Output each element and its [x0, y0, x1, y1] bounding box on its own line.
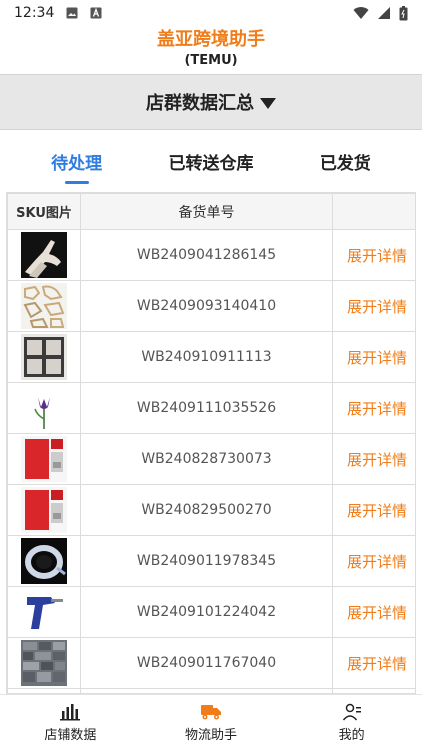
header-action [332, 193, 415, 230]
user-icon [342, 703, 361, 720]
order-table-container[interactable]: SKU图片 备货单号 WB2409041286145 展开详情 WB240909… [6, 192, 416, 694]
glue-gun-product-image [21, 589, 67, 635]
expand-details-link[interactable]: 展开详情 [332, 433, 415, 485]
expand-details-link[interactable]: 展开详情 [332, 280, 415, 332]
order-number: WB2409111035526 [80, 382, 333, 434]
expand-details-link[interactable]: 展开详情 [332, 637, 415, 689]
order-number: WB240828730073 [80, 433, 333, 485]
tab-shipped[interactable]: 已发货 [310, 141, 381, 182]
sku-image-cell [7, 382, 81, 434]
sku-image-cell [7, 280, 81, 332]
order-number: WB2409041286145 [80, 229, 333, 281]
paving-mold-product-image [21, 334, 67, 380]
red-case-product-image [21, 436, 67, 482]
nav-mine[interactable]: 我的 [292, 703, 412, 743]
status-bar: 12:34 [0, 0, 422, 26]
expand-details-link[interactable]: 展开详情 [332, 484, 415, 536]
expand-details-link[interactable]: 展开详情 [332, 586, 415, 638]
expand-details-link[interactable]: 展开详情 [332, 331, 415, 383]
app-title: 盖亚跨境助手 [157, 29, 265, 50]
store-group-summary-dropdown[interactable]: 店群数据汇总 [0, 74, 422, 130]
order-status-tabs: 待处理 已转送仓库 已发货 [0, 130, 422, 192]
wifi-icon [353, 7, 369, 20]
app-header: 盖亚跨境助手 (TEMU) [0, 26, 422, 74]
order-number: WB2409011767040 [80, 637, 333, 689]
table-row: WB240829500270 展开详情 [7, 484, 415, 536]
tulip-product-image [21, 385, 67, 431]
table-row: WB2409111035526 展开详情 [7, 382, 415, 434]
cookie-cutters-product-image [21, 283, 67, 329]
battery-icon [399, 5, 408, 20]
order-number: WB2409011978345 [80, 535, 333, 587]
expand-details-link[interactable]: 展开详情 [332, 382, 415, 434]
gloves-product-image [21, 232, 67, 278]
sku-image-cell [7, 331, 81, 383]
summary-label: 店群数据汇总 [146, 93, 254, 114]
sku-image-cell [7, 484, 81, 536]
sku-image-cell [7, 229, 81, 281]
nav-mine-label: 我的 [338, 727, 365, 743]
nav-logistics-label: 物流助手 [184, 727, 237, 743]
nav-logistics-assistant[interactable]: 物流助手 [151, 703, 271, 743]
caret-down-icon [260, 97, 276, 109]
table-row: WB240910911113 展开详情 [7, 331, 415, 383]
status-left: 12:34 [14, 5, 102, 21]
order-table: SKU图片 备货单号 WB2409041286145 展开详情 WB240909… [7, 193, 415, 693]
bar-chart-icon [60, 703, 81, 720]
app-subtitle: (TEMU) [184, 53, 238, 68]
table-header-row: SKU图片 备货单号 [7, 193, 415, 230]
table-row: WB2409011767040 展开详情 [7, 637, 415, 689]
table-row: WB2409041286145 展开详情 [7, 229, 415, 281]
truck-icon [200, 704, 221, 719]
expand-details-link[interactable]: 展开详情 [332, 229, 415, 281]
order-number: WB240910911113 [80, 331, 333, 383]
header-sku-image: SKU图片 [7, 193, 81, 230]
order-number: WB240829500270 [80, 484, 333, 536]
sku-image-cell [7, 433, 81, 485]
sku-image-cell [7, 586, 81, 638]
expand-details-link[interactable]: 展开详情 [332, 535, 415, 587]
red-case-product-image [21, 487, 67, 533]
sku-image-cell [7, 637, 81, 689]
tab-pending[interactable]: 待处理 [41, 141, 112, 184]
order-number: WB2409101224042 [80, 586, 333, 638]
header-order-number: 备货单号 [80, 193, 333, 230]
order-number: WB2409093140410 [80, 280, 333, 332]
status-right [353, 5, 408, 21]
status-time: 12:34 [14, 5, 55, 21]
tab-transferred-to-warehouse[interactable]: 已转送仓库 [158, 141, 263, 182]
nav-store-data-label: 店铺数据 [44, 727, 97, 743]
table-row: WB2409011978345 展开详情 [7, 535, 415, 587]
tape-product-image [21, 538, 67, 584]
image-notification-icon [66, 7, 78, 19]
signal-icon [378, 7, 390, 19]
letter-a-notification-icon [90, 7, 102, 19]
wall-tile-product-image [21, 640, 67, 686]
sku-image-cell [7, 535, 81, 587]
table-row: WB2409093140410 展开详情 [7, 280, 415, 332]
table-row: WB240828730073 展开详情 [7, 433, 415, 485]
nav-store-data[interactable]: 店铺数据 [10, 703, 130, 743]
bottom-navigation: 店铺数据 物流助手 我的 [0, 694, 422, 750]
table-row: WB2409101224042 展开详情 [7, 586, 415, 638]
